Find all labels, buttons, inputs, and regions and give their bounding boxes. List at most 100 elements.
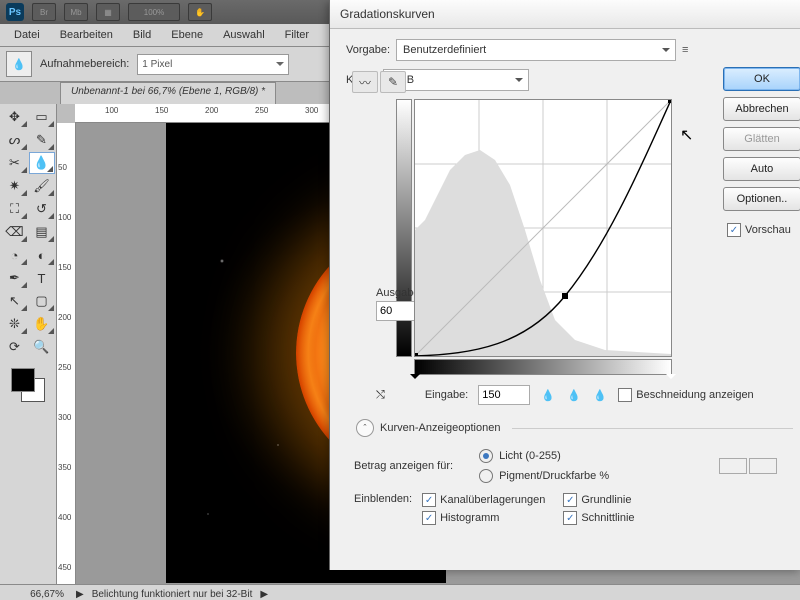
status-zoom[interactable]: 66,67% [4,589,68,600]
shape-tool[interactable]: ▢ [29,290,55,312]
move-tool[interactable]: ✥ [2,106,28,128]
curve-mode-point[interactable]: 〰 [352,71,378,93]
auto-button[interactable]: Auto [723,157,800,181]
menu-file[interactable]: Datei [4,26,50,44]
ok-button[interactable]: OK [723,67,800,91]
ruler-tick: 250 [255,106,268,115]
show-intersection-checkbox[interactable] [563,511,577,525]
menu-select[interactable]: Auswahl [213,26,275,44]
lasso-tool[interactable]: ᔕ [2,129,28,151]
type-tool[interactable]: T [29,267,55,289]
minibridge-button[interactable]: Mb [64,3,88,21]
3d-tool[interactable]: ❊ [2,313,28,335]
display-options-expander[interactable]: ˆ Kurven-Anzeigeoptionen [356,419,793,437]
status-bar: 66,67% ▶ Belichtung funktioniert nur bei… [0,584,800,600]
hand-tool-shortcut[interactable]: ✋ [188,3,212,21]
show-histogram-label: Histogramm [440,512,499,524]
curve-graph[interactable] [414,99,672,357]
options-button[interactable]: Optionen.. [723,187,800,211]
show-baseline-checkbox[interactable] [563,493,577,507]
gradient-tool[interactable]: ▤ [29,221,55,243]
menu-image[interactable]: Bild [123,26,161,44]
app-logo: Ps [6,3,24,21]
status-arrow-icon[interactable]: ▶ [76,589,84,600]
view-extras-button[interactable]: ▦ [96,3,120,21]
rotate-view-tool[interactable]: ⟳ [2,336,28,358]
smooth-button[interactable]: Glätten [723,127,800,151]
ruler-tick: 100 [105,106,118,115]
curve-mode-pencil[interactable]: ✎ [380,71,406,93]
grid-detailed-icon[interactable] [749,458,777,474]
cancel-button[interactable]: Abbrechen [723,97,800,121]
quick-select-tool[interactable]: ✎ [29,129,55,151]
sample-size-label: Aufnahmebereich: [40,58,129,70]
preset-menu-icon[interactable]: ≡ [682,44,688,56]
ruler-tick: 350 [58,463,71,472]
eyedropper-tool[interactable]: 💧 [29,152,55,174]
clipping-checkbox[interactable] [618,388,632,402]
white-point-slider[interactable] [666,374,676,384]
stamp-tool[interactable]: ⛶ [2,198,28,220]
tool-panel: ✥ ▭ ᔕ ✎ ✂ 💧 ✷ 🖌 ⛶ ↺ ⌫ ▤ ◔ ◐ ✒ T ↖ ▢ ❊ ✋ … [0,104,57,584]
black-point-slider[interactable] [410,374,420,384]
foreground-color[interactable] [11,368,35,392]
status-more-icon[interactable]: ▶ [260,589,268,600]
show-channel-overlays-label: Kanalüberlagerungen [440,494,545,506]
amount-label: Betrag anzeigen für: [354,460,453,472]
preset-label: Vorgabe: [346,44,390,56]
document-tab[interactable]: Unbenannt-1 bei 66,7% (Ebene 1, RGB/8) * [60,82,276,104]
dialog-titlebar[interactable]: Gradationskurven [330,0,800,29]
show-intersection-label: Schnittlinie [581,512,634,524]
dodge-tool[interactable]: ◐ [29,244,55,266]
path-select-tool[interactable]: ↖ [2,290,28,312]
ruler-tick: 100 [58,213,71,222]
brush-tool[interactable]: 🖌 [29,175,55,197]
ruler-tick: 200 [58,313,71,322]
ruler-tick: 150 [58,263,71,272]
amount-pigment-label: Pigment/Druckfarbe % [499,470,609,482]
amount-pigment-radio[interactable] [479,469,493,483]
zoom-tool[interactable]: 🔍 [29,336,55,358]
curves-dialog: Gradationskurven Vorgabe: Benutzerdefini… [329,0,800,570]
blur-tool[interactable]: ◔ [2,244,28,266]
zoom-menu[interactable]: 100% [128,3,180,21]
black-eyedropper-icon[interactable]: 💧 [540,387,556,403]
ruler-tick: 200 [205,106,218,115]
ruler-tick: 250 [58,363,71,372]
history-brush-tool[interactable]: ↺ [29,198,55,220]
ruler-tick: 300 [58,413,71,422]
show-channel-overlays-checkbox[interactable] [422,493,436,507]
healing-tool[interactable]: ✷ [2,175,28,197]
show-baseline-label: Grundlinie [581,494,631,506]
show-histogram-checkbox[interactable] [422,511,436,525]
input-field[interactable] [478,385,530,405]
current-tool-icon[interactable]: 💧 [6,51,32,77]
gray-eyedropper-icon[interactable]: 💧 [566,387,582,403]
status-message: Belichtung funktioniert nur bei 32-Bit [92,589,253,600]
bridge-button[interactable]: Br [32,3,56,21]
ruler-tick: 450 [58,563,71,572]
dialog-buttons: OK Abbrechen Glätten Auto Optionen.. Vor… [723,67,800,237]
ruler-vertical: 50 100 150 200 250 300 350 400 450 [57,123,76,584]
color-swatches[interactable] [11,368,45,402]
white-eyedropper-icon[interactable]: 💧 [592,387,608,403]
preview-checkbox[interactable] [727,223,741,237]
marquee-tool[interactable]: ▭ [29,106,55,128]
grid-simple-icon[interactable] [719,458,747,474]
menu-filter[interactable]: Filter [275,26,319,44]
show-label: Einblenden: [354,493,412,505]
preset-select[interactable]: Benutzerdefiniert [396,39,676,61]
sample-size-select[interactable]: 1 Pixel [137,54,289,75]
menu-layer[interactable]: Ebene [161,26,213,44]
chevron-up-icon: ˆ [356,419,374,437]
pen-tool[interactable]: ✒ [2,267,28,289]
hand-tool[interactable]: ✋ [29,313,55,335]
eraser-tool[interactable]: ⌫ [2,221,28,243]
menu-edit[interactable]: Bearbeiten [50,26,123,44]
amount-light-radio[interactable] [479,449,493,463]
clipping-label: Beschneidung anzeigen [636,389,753,401]
crop-tool[interactable]: ✂ [2,152,28,174]
input-gradient[interactable] [414,359,672,375]
ruler-tick: 50 [58,163,67,172]
scrub-icon[interactable]: ⤭ [376,389,385,402]
